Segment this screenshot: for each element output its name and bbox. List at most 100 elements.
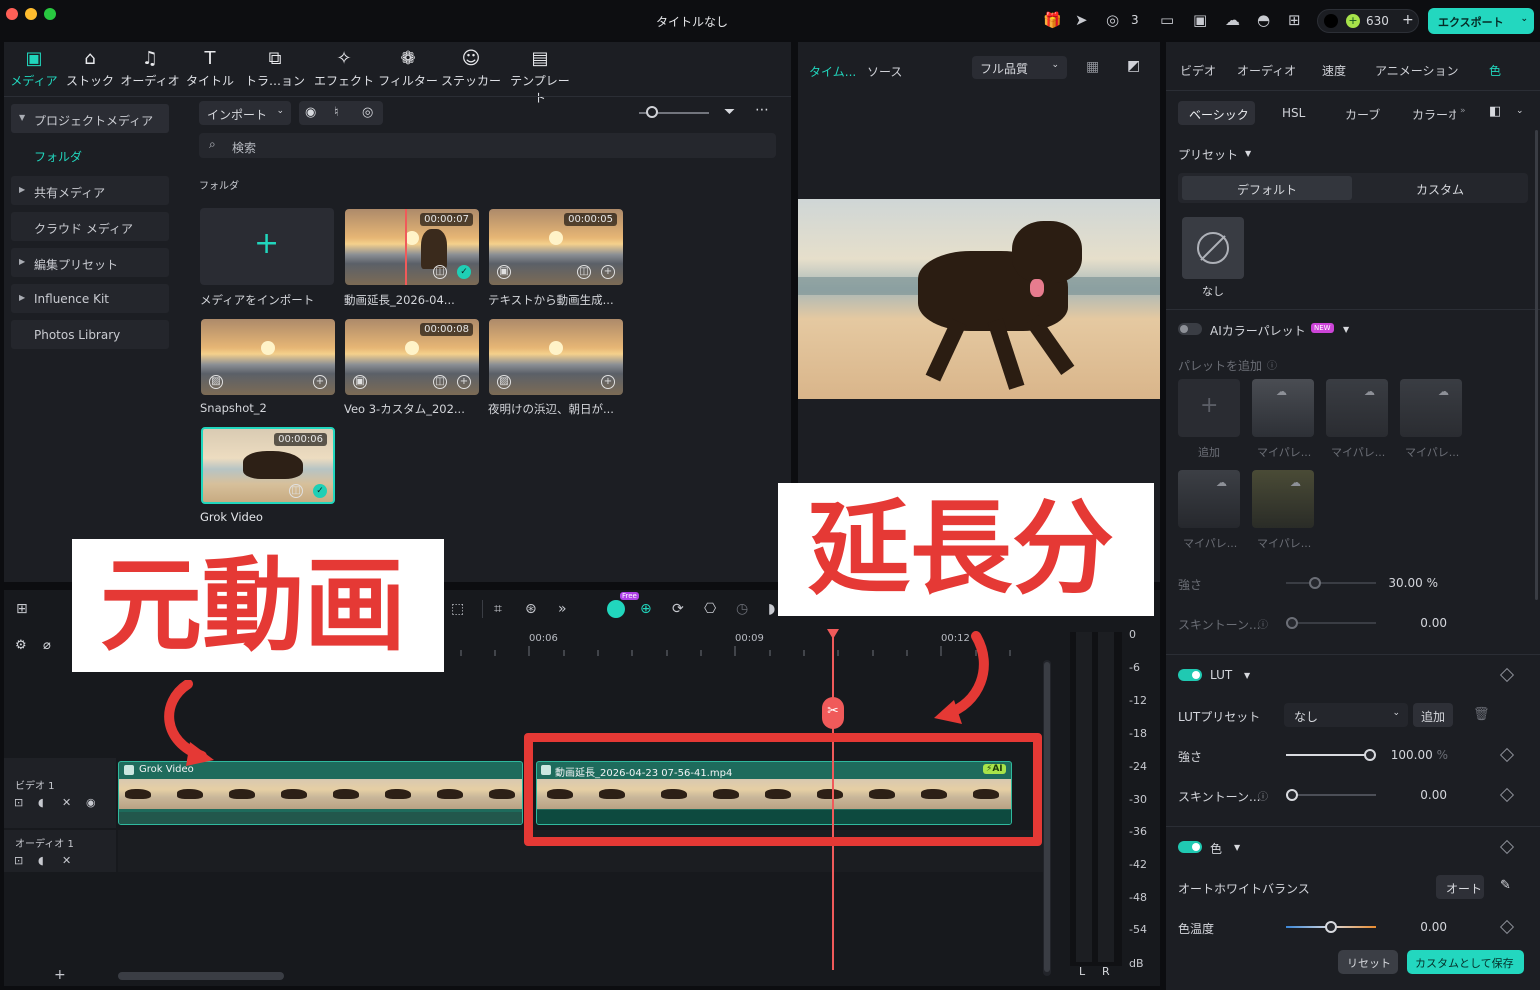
eyedropper-icon[interactable]: ✎	[1500, 878, 1511, 893]
tool-transition[interactable]: ⧉ トラ…ョン	[243, 48, 307, 89]
export-button[interactable]: エクスポート ⌄	[1428, 8, 1534, 34]
ai-palette-toggle[interactable]	[1178, 323, 1202, 335]
palette-tile[interactable]: ☁	[1326, 379, 1388, 437]
tool-effect[interactable]: ✧ エフェクト	[312, 48, 376, 89]
media-thumb[interactable]: 00:00:05 ▣ ◫ +	[489, 209, 623, 285]
media-thumb[interactable]: 00:00:08 ▣ ◫ +	[345, 319, 479, 395]
subtab-color-wheel[interactable]: カラーホ	[1412, 106, 1456, 123]
voice-icon[interactable]: ◎	[362, 105, 373, 120]
preview-icon[interactable]: ◫	[577, 265, 591, 279]
ai-search-icon[interactable]: ⊛	[525, 601, 537, 617]
palette-add-tile[interactable]: +	[1178, 379, 1240, 437]
microphone-icon[interactable]: ♮	[334, 105, 339, 120]
tab-color[interactable]: 色	[1489, 62, 1501, 79]
filter-funnel-icon[interactable]: ⏷	[724, 104, 735, 120]
lut-preset-dropdown[interactable]: なし ⌄	[1284, 703, 1408, 727]
subtab-basic[interactable]: ベーシック	[1189, 106, 1249, 123]
search-input[interactable]: 検索	[232, 139, 256, 156]
split-icon[interactable]: ⊕	[640, 601, 652, 617]
save-icon[interactable]: ▣	[1193, 11, 1207, 29]
speed-icon[interactable]: ◷	[736, 601, 748, 617]
tool-media[interactable]: ▣ メディア	[2, 48, 66, 89]
ai-edit-icon[interactable]: ⌗	[494, 601, 502, 617]
media-thumb[interactable]: ▨ +	[201, 319, 335, 395]
tab-source-preview[interactable]: ソース	[867, 63, 902, 80]
help-icon[interactable]: ⓘ	[1267, 357, 1277, 372]
lut-strength-slider[interactable]	[1286, 754, 1372, 756]
chevron-right-icon[interactable]: »	[1460, 106, 1466, 116]
mask-icon[interactable]: ◗	[768, 601, 775, 617]
ai-skin-knob[interactable]	[1286, 617, 1298, 629]
sidebar-item-influence-kit[interactable]: ▶ Influence Kit	[11, 284, 169, 313]
send-icon[interactable]: ➤	[1075, 11, 1088, 29]
tool-sticker[interactable]: ☺ ステッカー	[439, 48, 503, 89]
media-thumb[interactable]: ▨ +	[489, 319, 623, 395]
subtab-curve[interactable]: カーブ	[1345, 106, 1380, 123]
ai-strength-slider[interactable]	[1286, 582, 1376, 584]
sticker-ai-icon[interactable]: ⎔	[704, 601, 716, 617]
lut-skin-knob[interactable]	[1286, 789, 1298, 801]
preview-icon[interactable]: ◫	[289, 484, 303, 498]
search-box[interactable]: ⌕ 検索	[199, 133, 776, 158]
video-preview[interactable]	[798, 199, 1160, 399]
palette-tile[interactable]: ☁	[1400, 379, 1462, 437]
lut-add-button[interactable]: 追加	[1413, 703, 1453, 727]
replace-icon[interactable]: ⟳	[672, 601, 684, 617]
more-tools-icon[interactable]: »	[558, 601, 567, 617]
add-icon[interactable]: +	[601, 375, 615, 389]
trash-icon[interactable]: 🗑	[1473, 707, 1490, 722]
tool-stock[interactable]: ⌂ ストック	[58, 48, 122, 89]
caret-down-icon[interactable]: ▼	[1343, 325, 1349, 334]
preview-icon[interactable]: ◫	[433, 375, 447, 389]
tab-video[interactable]: ビデオ	[1180, 62, 1216, 79]
tool-template[interactable]: ▤ テンプレート	[506, 48, 574, 106]
inspector-scrollbar[interactable]	[1535, 130, 1538, 600]
volume-icon[interactable]: ◖	[38, 796, 44, 809]
compare-view-icon[interactable]: ◧	[1489, 104, 1501, 119]
sidebar-item-cloud-media[interactable]: クラウド メディア	[11, 212, 169, 241]
sidebar-item-shared-media[interactable]: ▶ 共有メディア	[11, 176, 169, 205]
color-toggle[interactable]	[1178, 841, 1202, 853]
chevron-down-icon[interactable]: ⌄	[1516, 106, 1524, 116]
lut-skin-slider[interactable]	[1286, 794, 1376, 796]
import-media-tile[interactable]: +	[200, 208, 334, 285]
temperature-knob[interactable]	[1325, 921, 1337, 933]
tool-audio[interactable]: ♫ オーディオ	[118, 48, 182, 89]
palette-tile[interactable]: ☁	[1252, 470, 1314, 528]
caret-down-icon[interactable]: ▼	[1245, 149, 1251, 158]
tab-speed[interactable]: 速度	[1322, 62, 1346, 79]
preset-none-tile[interactable]	[1182, 217, 1244, 279]
grid-layout-icon[interactable]: ⊞	[16, 601, 28, 617]
auto-wb-button[interactable]: オート	[1436, 875, 1484, 899]
lut-toggle[interactable]	[1178, 669, 1202, 681]
zoom-slider-knob[interactable]	[646, 106, 658, 118]
help-icon[interactable]: ⓘ	[1258, 788, 1268, 803]
save-custom-button[interactable]: カスタムとして保存	[1407, 950, 1524, 974]
lock-icon[interactable]: ⊡	[14, 854, 23, 867]
ai-credit-icon[interactable]: ◎	[1106, 11, 1119, 29]
mute-icon[interactable]: ✕	[62, 796, 71, 809]
lock-icon[interactable]: ⊡	[14, 796, 23, 809]
vertical-scrollbar[interactable]	[1043, 660, 1051, 976]
grid-view-icon[interactable]: ▦	[1086, 59, 1099, 75]
tab-timeline-preview[interactable]: タイム...	[809, 63, 856, 80]
sidebar-item-project-media[interactable]: ▼ プロジェクトメディア	[11, 104, 169, 133]
volume-icon[interactable]: ◖	[38, 854, 44, 867]
sidebar-folder[interactable]: フォルダ	[34, 148, 82, 165]
lut-strength-knob[interactable]	[1364, 749, 1376, 761]
ai-skin-slider[interactable]	[1286, 622, 1376, 624]
eye-icon[interactable]: ◉	[86, 796, 96, 809]
preview-icon[interactable]: ◫	[433, 265, 447, 279]
more-icon[interactable]: ⋯	[755, 102, 769, 118]
cloud-upload-icon[interactable]: ☁	[1225, 11, 1240, 29]
palette-tile[interactable]: ☁	[1252, 379, 1314, 437]
credits-pill[interactable]: + 630 +	[1317, 9, 1419, 33]
scope-icon[interactable]: ◩	[1127, 58, 1140, 74]
ai-mate-icon[interactable]	[607, 600, 625, 618]
layout-icon[interactable]: ▭	[1160, 11, 1174, 29]
horizontal-scrollbar[interactable]	[118, 972, 284, 980]
mute-icon[interactable]: ✕	[62, 854, 71, 867]
reset-button[interactable]: リセット	[1338, 950, 1398, 974]
add-icon[interactable]: +	[457, 375, 471, 389]
tool-title[interactable]: T タイトル	[178, 48, 242, 89]
